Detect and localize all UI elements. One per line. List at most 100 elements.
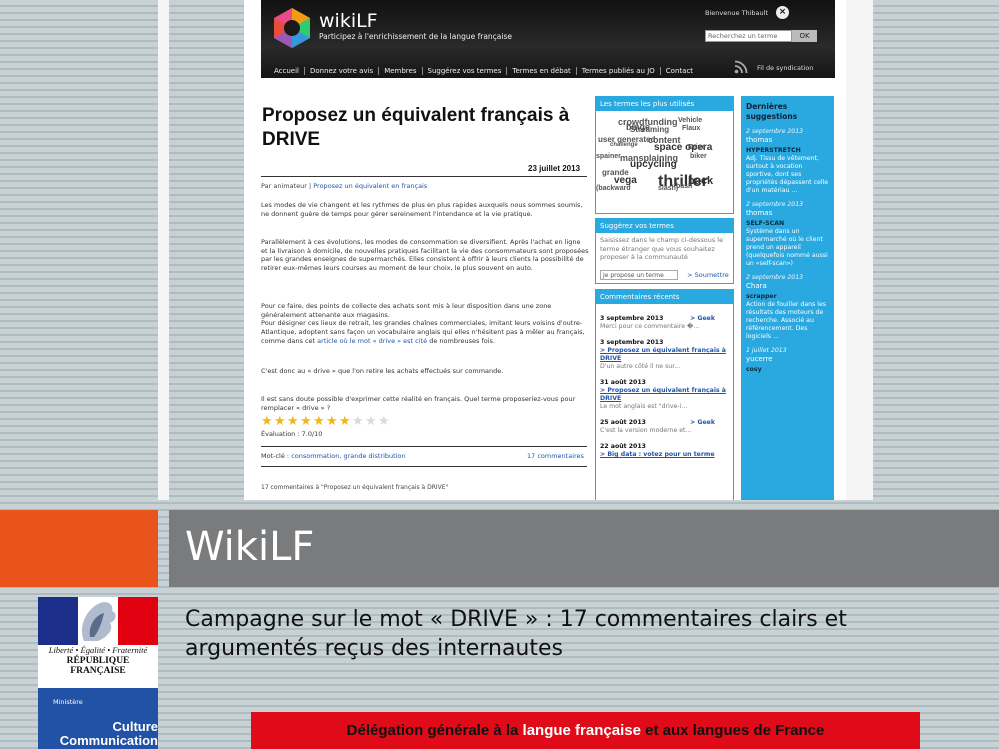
article-byline: Par animateur | Proposez un équivalent e… [261, 182, 427, 190]
suggestion-user[interactable]: yucerre [746, 355, 829, 363]
nav-item-donnez-avis[interactable]: Donnez votre avis [305, 67, 380, 75]
wikilf-brand: wikiLF [319, 10, 378, 32]
tag-cloud-word[interactable]: spainer [596, 153, 621, 160]
star-icon[interactable]: ★ [339, 415, 351, 428]
suggestion-item: 1 juillet 2013 yucerre cosy [746, 347, 829, 374]
recent-comment-post-link[interactable]: > Big data : votez pour un terme [600, 451, 729, 459]
suggestion-user[interactable]: thomas [746, 136, 829, 144]
tag-cloud-word[interactable]: (backward [596, 185, 631, 192]
star-icon[interactable]: ★ [300, 415, 312, 428]
rf-motto: Liberté • Égalité • Fraternité [48, 645, 148, 655]
recent-comments-box: Commentaires récents 3 septembre 2013 > G… [595, 289, 734, 500]
article-link-drive[interactable]: article où le mot « drive » est cité [317, 337, 427, 345]
recent-comment: 25 août 2013 > Geek C'est la version moder… [596, 419, 733, 435]
suggestion-definition: Système dans un supermarché où le client… [746, 228, 828, 267]
divider [261, 446, 587, 447]
recent-comment-post-link[interactable]: > Geek [690, 315, 715, 323]
star-icon[interactable]: ★ [365, 415, 377, 428]
recent-comment-post-link[interactable]: > Geek [690, 419, 715, 427]
star-icon[interactable]: ★ [326, 415, 338, 428]
suggest-submit-link[interactable]: > Soumettre [687, 271, 729, 279]
byline-category-link[interactable]: Proposez un équivalent en français [313, 182, 427, 190]
search-button[interactable]: OK [792, 30, 817, 42]
star-icon[interactable]: ★ [274, 415, 286, 428]
suggest-title: Suggérez vos termes [596, 219, 733, 233]
search-button-label: OK [799, 32, 810, 40]
background-stripe-right [846, 0, 873, 500]
recent-comment-excerpt: Merci pour ce commentaire �... [600, 323, 700, 330]
suggestion-date: 2 septembre 2013 [746, 201, 804, 208]
recent-comment-post-link[interactable]: > Proposez un équivalent français à DRIV… [600, 347, 729, 363]
tag-cloud-word[interactable]: Drive [688, 144, 706, 151]
latest-suggestions-list: 2 septembre 2013 thomas HYPERSTRETCH Adj. T… [746, 128, 829, 374]
byline-prefix: Par animateur | [261, 182, 312, 190]
suggestion-term[interactable]: scrapper [746, 293, 829, 301]
dglf-text-2: et aux langues de France [640, 722, 825, 739]
suggestion-term[interactable]: HYPERSTRETCH [746, 147, 829, 155]
recent-comment: 3 septembre 2013 > Proposez un équivalent… [596, 339, 733, 371]
recent-comment-date: 22 août 2013 [600, 443, 646, 450]
article-date: 23 juillet 2013 [528, 164, 581, 173]
tag-cloud-word[interactable]: Streaming [630, 125, 669, 134]
recent-comment: 22 août 2013 > Big data : votez pour un t… [596, 443, 733, 459]
article-tags: Mot-clé : consommation, grande distribut… [261, 452, 406, 460]
star-icon[interactable]: ★ [261, 415, 273, 428]
suggestion-date: 2 septembre 2013 [746, 274, 804, 281]
star-icon[interactable]: ★ [287, 415, 299, 428]
tag-cloud-word[interactable]: slash) [658, 185, 678, 192]
ministry-communication: Communication [59, 733, 158, 748]
nav-item-accueil[interactable]: Accueil [269, 67, 305, 75]
suggestion-user[interactable]: Chara [746, 282, 829, 290]
nav-item-suggerez[interactable]: Suggérez vos termes [423, 67, 508, 75]
nav-item-contact[interactable]: Contact [661, 67, 698, 75]
ministry-culture: Culture [112, 719, 159, 734]
article-paragraph-3: Pour ce faire, des points de collecte de… [261, 302, 589, 346]
tag-cloud-word[interactable]: biker [690, 153, 707, 160]
tag-cloud-word[interactable]: Vehicle [678, 117, 702, 124]
comments-heading: 17 commentaires à "Proposez un équivalen… [261, 484, 449, 491]
article-title: Proposez un équivalent français à DRIVE [262, 105, 570, 150]
comments-count-link[interactable]: 17 commentaires [527, 452, 584, 460]
suggestion-definition: Adj. Tissu de vêtement, surtout à vocati… [746, 155, 829, 194]
rating-stars[interactable]: ★ ★ ★ ★ ★ ★ ★ ★ ★ ★ [261, 415, 390, 428]
tag-cloud-word[interactable]: upcycling [630, 159, 677, 170]
nav-item-membres[interactable]: Membres [379, 67, 423, 75]
recent-comment: 31 août 2013 > Proposez un équivalent fra… [596, 379, 733, 411]
suggestion-term[interactable]: cosy [746, 366, 829, 374]
star-icon[interactable]: ★ [352, 415, 364, 428]
suggestion-item: 2 septembre 2013 Chara scrapper Action de f… [746, 274, 829, 341]
latest-suggestions-column: Dernières suggestions 2 septembre 2013th… [741, 96, 834, 500]
recent-comment: 3 septembre 2013 > Geek Merci pour ce comm… [596, 315, 733, 331]
wikilf-screenshot: wikiLF Participez à l'enrichissement de … [244, 0, 846, 500]
star-icon[interactable]: ★ [378, 415, 390, 428]
close-icon[interactable]: × [776, 6, 789, 19]
rating-text: Évaluation : 7.0/10 [261, 430, 323, 438]
nav-item-debat[interactable]: Termes en débat [507, 67, 577, 75]
tag-cloud-word[interactable]: Flaux [682, 125, 700, 132]
suggest-term-input[interactable]: Je propose un terme [600, 269, 678, 280]
recent-comment-date: 3 septembre 2013 [600, 339, 664, 346]
tag-cloud-box: Les termes les plus utilisés crowdfundin… [595, 96, 734, 214]
star-icon[interactable]: ★ [313, 415, 325, 428]
tags-links[interactable]: consommation, grande distribution [291, 452, 405, 460]
recent-comment-post-link[interactable]: > Proposez un équivalent français à DRIV… [600, 387, 729, 403]
background-stripe-left [158, 0, 169, 500]
suggestion-item: 2 septembre 2013 thomas SELF-SCAN Système d… [746, 201, 829, 268]
wikilf-header: wikiLF Participez à l'enrichissement de … [261, 0, 835, 78]
suggestion-user[interactable]: thomas [746, 209, 829, 217]
search-input[interactable]: Recherchez un terme [705, 30, 792, 42]
tag-cloud-word[interactable]: bash [676, 183, 692, 190]
ministry-block: Ministère Culture Communication [38, 688, 158, 749]
marianne-icon [38, 597, 158, 645]
dglf-text-1: Délégation générale à la [346, 722, 523, 739]
suggestion-date: 1 juillet 2013 [746, 347, 787, 354]
slide-title: WikiLF [185, 524, 315, 570]
tag-cloud-word[interactable]: challenge [610, 142, 638, 148]
wikilf-tagline: Participez à l'enrichissement de la lang… [319, 32, 513, 41]
dglf-highlight: langue française [522, 722, 641, 739]
wikilf-nav: Accueil Donnez votre avis Membres Suggér… [261, 64, 835, 78]
article-paragraph-1: Les modes de vie changent et les rythmes… [261, 201, 583, 218]
suggestion-term[interactable]: SELF-SCAN [746, 220, 829, 228]
latest-suggestions-title: Dernières suggestions [746, 102, 798, 121]
nav-item-jo[interactable]: Termes publiés au JO [577, 67, 661, 75]
